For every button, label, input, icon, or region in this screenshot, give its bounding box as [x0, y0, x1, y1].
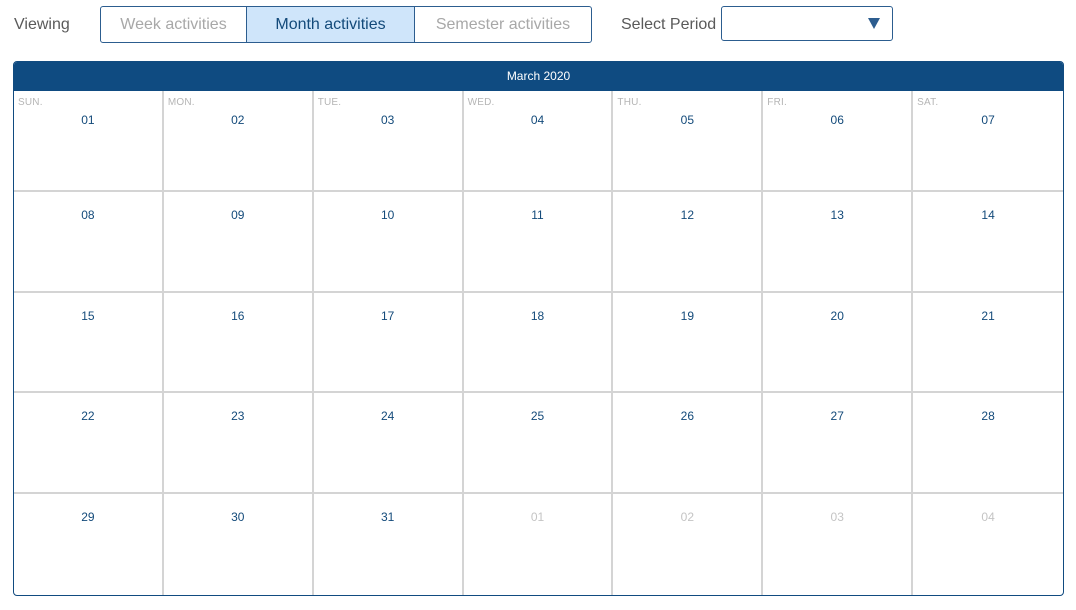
- calendar-day-cell[interactable]: 01: [464, 494, 614, 595]
- day-number: 16: [231, 308, 245, 323]
- calendar-day-cell[interactable]: 27: [763, 393, 914, 495]
- calendar-day-cell[interactable]: WED. 04: [463, 91, 614, 192]
- day-number: 05: [680, 113, 695, 127]
- day-number: 24: [380, 409, 395, 424]
- day-number: 27: [830, 409, 844, 424]
- calendar-grid: SUN. 01 MON. 02 TUE. 03 WED. 04 THU. 05 FRI. 06 SAT.…: [14, 91, 1063, 595]
- weekday-label: FRI.: [767, 97, 787, 108]
- day-number: 20: [830, 308, 844, 323]
- calendar-day-cell[interactable]: 20: [763, 292, 914, 394]
- calendar-day-cell[interactable]: 30: [164, 494, 314, 595]
- weekday-label: SUN.: [18, 97, 43, 108]
- calendar-day-cell[interactable]: 28: [913, 393, 1063, 495]
- day-number: 17: [380, 308, 395, 323]
- calendar-day-cell[interactable]: 19: [613, 292, 764, 394]
- day-number: 23: [231, 409, 245, 424]
- day-number: 21: [981, 308, 995, 323]
- calendar-day-cell[interactable]: 23: [163, 393, 314, 495]
- calendar-day-cell[interactable]: 24: [313, 393, 464, 495]
- day-number: 04: [530, 113, 545, 127]
- tab-week-activities[interactable]: Week activities: [101, 7, 247, 42]
- day-number-other-month: 02: [680, 510, 695, 525]
- calendar-day-cell[interactable]: 29: [14, 494, 164, 595]
- day-number: 19: [680, 308, 695, 323]
- calendar-day-cell[interactable]: 03: [763, 494, 914, 595]
- day-number: 25: [530, 409, 545, 424]
- day-number: 12: [680, 207, 695, 222]
- calendar-day-cell[interactable]: 25: [463, 393, 614, 495]
- viewing-label: Viewing: [14, 16, 70, 33]
- tab-month-activities[interactable]: Month activities: [247, 7, 415, 42]
- calendar-month-title: March 2020: [14, 62, 1063, 91]
- calendar-day-cell[interactable]: 31: [314, 494, 464, 595]
- calendar-day-cell[interactable]: MON. 02: [163, 91, 314, 192]
- day-number-other-month: 03: [830, 510, 844, 525]
- day-number: 07: [981, 113, 995, 127]
- day-number-other-month: 01: [530, 510, 545, 525]
- calendar-day-cell[interactable]: SAT. 07: [913, 91, 1063, 192]
- calendar-day-cell[interactable]: 10: [313, 191, 464, 293]
- calendar-day-cell[interactable]: 14: [913, 192, 1063, 293]
- select-period-label: Select Period: [621, 16, 717, 33]
- day-number: 08: [81, 207, 95, 222]
- calendar-day-cell[interactable]: FRI. 06: [763, 91, 914, 192]
- calendar-day-cell[interactable]: 04: [913, 494, 1063, 595]
- weekday-label: WED.: [467, 97, 495, 108]
- calendar-day-cell[interactable]: 21: [913, 293, 1063, 394]
- calendar-day-cell[interactable]: 15: [14, 292, 164, 394]
- day-number: 30: [231, 510, 245, 525]
- calendar-day-cell[interactable]: 13: [763, 191, 914, 293]
- weekday-label: TUE.: [317, 97, 342, 108]
- day-number: 09: [231, 207, 245, 222]
- calendar-day-cell[interactable]: 17: [313, 292, 464, 394]
- triangle-down-icon: [868, 18, 880, 29]
- calendar-day-cell[interactable]: 22: [14, 393, 164, 495]
- day-number: 03: [380, 113, 395, 127]
- calendar-day-cell[interactable]: 02: [613, 494, 764, 595]
- day-number-other-month: 04: [981, 510, 995, 525]
- day-number: 28: [981, 409, 995, 424]
- day-number: 11: [531, 207, 544, 222]
- day-number: 14: [981, 207, 995, 222]
- calendar-day-cell[interactable]: SUN. 01: [14, 91, 164, 192]
- month-calendar: March 2020 SUN. 01 MON. 02 TUE. 03 WED. 04 THU. 0…: [13, 61, 1064, 596]
- calendar-day-cell[interactable]: 12: [613, 191, 764, 293]
- day-number: 29: [81, 510, 95, 525]
- calendar-day-cell[interactable]: 08: [14, 191, 164, 293]
- calendar-day-cell[interactable]: TUE. 03: [313, 91, 464, 192]
- toolbar: Viewing Week activities Month activities…: [0, 0, 1076, 52]
- day-number: 06: [830, 113, 844, 127]
- view-mode-segmented-control: Week activities Month activities Semeste…: [100, 6, 592, 43]
- calendar-day-cell[interactable]: 16: [163, 292, 314, 394]
- day-number: 18: [530, 308, 545, 323]
- day-number: 10: [380, 207, 395, 222]
- day-number: 31: [380, 510, 395, 525]
- day-number: 22: [81, 409, 95, 424]
- weekday-label: MON.: [167, 97, 195, 108]
- calendar-day-cell[interactable]: 11: [463, 191, 614, 293]
- calendar-day-cell[interactable]: 26: [613, 393, 764, 495]
- calendar-day-cell[interactable]: 09: [163, 191, 314, 293]
- calendar-day-cell[interactable]: THU. 05: [613, 91, 764, 192]
- period-select-dropdown[interactable]: [721, 6, 893, 41]
- calendar-day-cell[interactable]: 18: [463, 292, 614, 394]
- day-number: 01: [81, 113, 95, 127]
- weekday-label: THU.: [617, 97, 642, 108]
- day-number: 26: [680, 409, 695, 424]
- weekday-label: SAT.: [917, 97, 939, 108]
- day-number: 15: [81, 308, 95, 323]
- day-number: 02: [231, 113, 245, 127]
- day-number: 13: [830, 207, 844, 222]
- tab-semester-activities[interactable]: Semester activities: [415, 7, 591, 42]
